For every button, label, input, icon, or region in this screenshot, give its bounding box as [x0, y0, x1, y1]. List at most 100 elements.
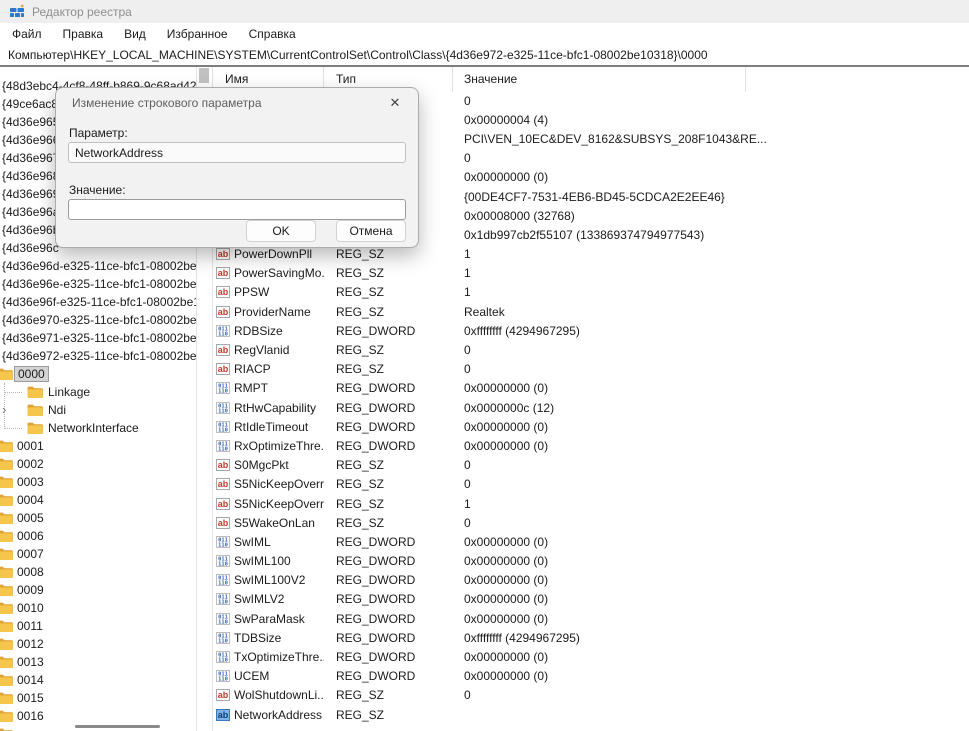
value-type: REG_DWORD — [324, 381, 453, 395]
value-name-cell: abWolShutdownLi... — [213, 688, 324, 702]
tree-item[interactable]: {4d36e970-e325-11ce-bfc1-08002be1 — [0, 311, 196, 329]
menu-item-1[interactable]: Правка — [61, 26, 106, 42]
cancel-button[interactable]: Отмена — [336, 220, 406, 242]
column-header-value[interactable]: Значение — [453, 67, 746, 92]
value-row[interactable]: abPowerSavingMo...REG_SZ1 — [213, 264, 969, 283]
tree-item[interactable]: 0007 — [0, 545, 196, 563]
menu-item-3[interactable]: Избранное — [165, 26, 230, 42]
value-data: 0xffffffff (4294967295) — [453, 631, 580, 645]
tree-item-label: {4d36e965 — [2, 115, 59, 129]
folder-icon — [0, 440, 13, 453]
tree-item[interactable]: 0005 — [0, 509, 196, 527]
close-icon[interactable]: ✕ — [386, 94, 404, 112]
tree-item[interactable]: 0001 — [0, 437, 196, 455]
value-data: 0 — [453, 458, 471, 472]
value-row[interactable]: 011110RxOptimizeThre...REG_DWORD0x000000… — [213, 436, 969, 455]
value-type: REG_DWORD — [324, 535, 453, 549]
value-data: 0x00000000 (0) — [453, 420, 548, 434]
value-row[interactable]: abWolShutdownLi...REG_SZ0 — [213, 686, 969, 705]
value-row[interactable]: 011110SwParaMaskREG_DWORD0x00000000 (0) — [213, 609, 969, 628]
value-type: REG_DWORD — [324, 669, 453, 683]
value-row[interactable]: 011110SwIML100REG_DWORD0x00000000 (0) — [213, 552, 969, 571]
tree-horizontal-scrollbar[interactable] — [0, 721, 196, 731]
svg-text:ab: ab — [218, 268, 229, 278]
svg-text:110: 110 — [218, 562, 228, 568]
value-data: 0x00000000 (0) — [453, 573, 548, 587]
value-type: REG_DWORD — [324, 650, 453, 664]
value-data: 0x00000004 (4) — [453, 113, 548, 127]
menu-item-2[interactable]: Вид — [122, 26, 148, 42]
tree-item[interactable]: 0012 — [0, 635, 196, 653]
tree-item[interactable]: ›Ndi — [0, 401, 196, 419]
value-row[interactable]: abS5NicKeepOverr...REG_SZ0 — [213, 475, 969, 494]
tree-item[interactable]: 0000 — [0, 365, 196, 383]
value-data: 0 — [453, 477, 471, 491]
value-name: RtIdleTimeout — [234, 420, 308, 434]
reg-sz-icon: ab — [216, 478, 230, 490]
tree-item[interactable]: NetworkInterface — [0, 419, 196, 437]
ok-button[interactable]: OK — [246, 220, 316, 242]
value-name-cell: 011110RMPT — [213, 381, 324, 395]
value-row-selected[interactable]: abNetworkAddressREG_SZ — [213, 705, 969, 724]
value-name: S5NicKeepOverr... — [234, 477, 324, 491]
value-row[interactable]: 011110TxOptimizeThre...REG_DWORD0x000000… — [213, 647, 969, 666]
value-row[interactable]: abRIACPREG_SZ0 — [213, 360, 969, 379]
reg-dword-icon: 011110 — [216, 555, 230, 567]
reg-sz-icon: ab — [216, 363, 230, 375]
value-row[interactable]: 011110UCEMREG_DWORD0x00000000 (0) — [213, 667, 969, 686]
value-row[interactable]: 011110TDBSizeREG_DWORD0xffffffff (429496… — [213, 628, 969, 647]
value-row[interactable]: abPPSWREG_SZ1 — [213, 283, 969, 302]
tree-item[interactable]: {4d36e96e-e325-11ce-bfc1-08002be1 — [0, 275, 196, 293]
value-name: PowerDownPll — [234, 247, 312, 261]
tree-item[interactable]: 0002 — [0, 455, 196, 473]
menu-bar: Файл Правка Вид Избранное Справка — [0, 23, 969, 44]
value-row[interactable]: 011110SwIMLREG_DWORD0x00000000 (0) — [213, 532, 969, 551]
menu-item-0[interactable]: Файл — [10, 26, 44, 42]
scrollbar-thumb[interactable] — [75, 725, 160, 728]
folder-icon — [0, 566, 13, 579]
menu-item-4[interactable]: Справка — [247, 26, 298, 42]
value-row[interactable]: abProviderNameREG_SZRealtek — [213, 302, 969, 321]
tree-item[interactable]: 0014 — [0, 671, 196, 689]
tree-item[interactable]: Linkage — [0, 383, 196, 401]
tree-item-label: {4d36e971-e325-11ce-bfc1-08002be1 — [2, 331, 197, 345]
svg-text:110: 110 — [218, 677, 228, 683]
reg-dword-icon: 011110 — [216, 670, 230, 682]
value-name-cell: abPowerDownPll — [213, 247, 324, 261]
tree-item[interactable]: 0009 — [0, 581, 196, 599]
value-row[interactable]: abS5WakeOnLanREG_SZ0 — [213, 513, 969, 532]
value-row[interactable]: 011110RtHwCapabilityREG_DWORD0x0000000c … — [213, 398, 969, 417]
value-name: S0MgcPkt — [234, 458, 289, 472]
address-bar[interactable]: Компьютер\HKEY_LOCAL_MACHINE\SYSTEM\Curr… — [0, 44, 969, 65]
value-row[interactable]: 011110RtIdleTimeoutREG_DWORD0x00000000 (… — [213, 417, 969, 436]
address-path[interactable]: Компьютер\HKEY_LOCAL_MACHINE\SYSTEM\Curr… — [8, 48, 708, 62]
value-input-wrap — [68, 199, 406, 220]
tree-item[interactable]: {4d36e971-e325-11ce-bfc1-08002be1 — [0, 329, 196, 347]
tree-item[interactable]: 0003 — [0, 473, 196, 491]
value-data: 1 — [453, 285, 471, 299]
tree-item[interactable]: {4d36e96d-e325-11ce-bfc1-08002be1 — [0, 257, 196, 275]
value-row[interactable]: 011110SwIML100V2REG_DWORD0x00000000 (0) — [213, 571, 969, 590]
tree-item[interactable]: {4d36e96f-e325-11ce-bfc1-08002be10 — [0, 293, 196, 311]
value-type: REG_DWORD — [324, 324, 453, 338]
tree-item[interactable]: {4d36e972-e325-11ce-bfc1-08002be1 — [0, 347, 196, 365]
value-row[interactable]: abS0MgcPktREG_SZ0 — [213, 456, 969, 475]
tree-item[interactable]: 0006 — [0, 527, 196, 545]
value-row[interactable]: 011110RDBSizeREG_DWORD0xffffffff (429496… — [213, 321, 969, 340]
tree-item[interactable]: 0004 — [0, 491, 196, 509]
folder-icon — [0, 584, 13, 597]
tree-item[interactable]: 0008 — [0, 563, 196, 581]
svg-text:ab: ab — [218, 364, 229, 374]
value-input[interactable] — [75, 202, 399, 218]
value-row[interactable]: abRegVlanidREG_SZ0 — [213, 340, 969, 359]
tree-item-label: 0009 — [17, 583, 44, 597]
value-row[interactable]: 011110SwIMLV2REG_DWORD0x00000000 (0) — [213, 590, 969, 609]
registry-icon — [9, 4, 25, 20]
value-row[interactable]: 011110RMPTREG_DWORD0x00000000 (0) — [213, 379, 969, 398]
tree-item[interactable]: 0011 — [0, 617, 196, 635]
tree-item[interactable]: 0010 — [0, 599, 196, 617]
tree-item[interactable]: 0015 — [0, 689, 196, 707]
scrollbar-thumb[interactable] — [199, 68, 209, 83]
tree-item[interactable]: 0013 — [0, 653, 196, 671]
value-row[interactable]: abS5NicKeepOverr...REG_SZ1 — [213, 494, 969, 513]
